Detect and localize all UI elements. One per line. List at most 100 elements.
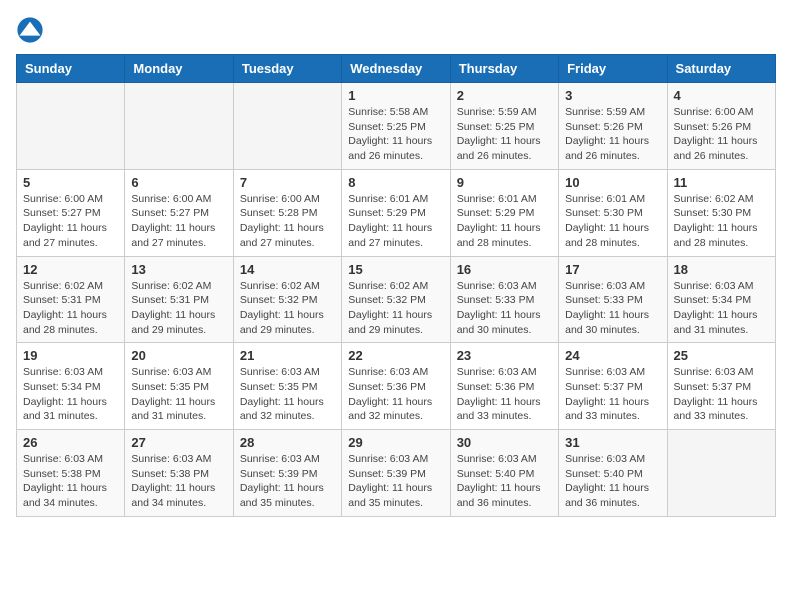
calendar-cell: 30 Sunrise: 6:03 AMSunset: 5:40 PMDayligh… — [450, 430, 558, 517]
calendar-week-row: 26 Sunrise: 6:03 AMSunset: 5:38 PMDayligh… — [17, 430, 776, 517]
calendar-cell: 11Sunrise: 6:02 AMSunset: 5:30 PMDayligh… — [667, 169, 775, 256]
day-info: Sunrise: 6:00 AMSunset: 5:27 PMDaylight:… — [23, 192, 118, 251]
calendar-cell: 8 Sunrise: 6:01 AMSunset: 5:29 PMDaylight… — [342, 169, 450, 256]
calendar-cell: 23 Sunrise: 6:03 AMSunset: 5:36 PMDayligh… — [450, 343, 558, 430]
day-info: Sunrise: 6:03 AMSunset: 5:36 PMDaylight:… — [348, 365, 443, 424]
day-info: Sunrise: 5:59 AMSunset: 5:26 PMDaylight:… — [565, 105, 660, 164]
day-number: 8 — [348, 175, 443, 190]
day-info: Sunrise: 6:03 AMSunset: 5:37 PMDaylight:… — [565, 365, 660, 424]
logo-icon — [16, 16, 44, 44]
logo — [16, 16, 48, 44]
day-number: 26 — [23, 435, 118, 450]
calendar-week-row: 5 Sunrise: 6:00 AMSunset: 5:27 PMDaylight… — [17, 169, 776, 256]
calendar-cell: 14 Sunrise: 6:02 AMSunset: 5:32 PMDayligh… — [233, 256, 341, 343]
day-number: 19 — [23, 348, 118, 363]
day-number: 25 — [674, 348, 769, 363]
day-number: 17 — [565, 262, 660, 277]
day-info: Sunrise: 6:02 AMSunset: 5:32 PMDaylight:… — [348, 279, 443, 338]
calendar-cell: 18 Sunrise: 6:03 AMSunset: 5:34 PMDayligh… — [667, 256, 775, 343]
calendar-cell: 28 Sunrise: 6:03 AMSunset: 5:39 PMDayligh… — [233, 430, 341, 517]
calendar-cell: 2 Sunrise: 5:59 AMSunset: 5:25 PMDaylight… — [450, 83, 558, 170]
day-info: Sunrise: 5:58 AMSunset: 5:25 PMDaylight:… — [348, 105, 443, 164]
calendar-cell: 31 Sunrise: 6:03 AMSunset: 5:40 PMDayligh… — [559, 430, 667, 517]
calendar-week-row: 12 Sunrise: 6:02 AMSunset: 5:31 PMDayligh… — [17, 256, 776, 343]
calendar-cell: 27 Sunrise: 6:03 AMSunset: 5:38 PMDayligh… — [125, 430, 233, 517]
day-info: Sunrise: 6:00 AMSunset: 5:28 PMDaylight:… — [240, 192, 335, 251]
calendar-week-row: 19 Sunrise: 6:03 AMSunset: 5:34 PMDayligh… — [17, 343, 776, 430]
day-number: 23 — [457, 348, 552, 363]
day-header: Sunday — [17, 55, 125, 83]
day-info: Sunrise: 6:03 AMSunset: 5:34 PMDaylight:… — [674, 279, 769, 338]
day-number: 12 — [23, 262, 118, 277]
day-info: Sunrise: 6:02 AMSunset: 5:32 PMDaylight:… — [240, 279, 335, 338]
day-info: Sunrise: 6:03 AMSunset: 5:34 PMDaylight:… — [23, 365, 118, 424]
day-number: 18 — [674, 262, 769, 277]
day-info: Sunrise: 6:03 AMSunset: 5:38 PMDaylight:… — [131, 452, 226, 511]
day-info: Sunrise: 6:01 AMSunset: 5:29 PMDaylight:… — [348, 192, 443, 251]
day-header: Friday — [559, 55, 667, 83]
day-info: Sunrise: 6:03 AMSunset: 5:35 PMDaylight:… — [131, 365, 226, 424]
day-info: Sunrise: 6:03 AMSunset: 5:37 PMDaylight:… — [674, 365, 769, 424]
calendar-cell: 15 Sunrise: 6:02 AMSunset: 5:32 PMDayligh… — [342, 256, 450, 343]
calendar-cell — [667, 430, 775, 517]
day-number: 21 — [240, 348, 335, 363]
day-number: 4 — [674, 88, 769, 103]
calendar-cell: 17 Sunrise: 6:03 AMSunset: 5:33 PMDayligh… — [559, 256, 667, 343]
calendar-cell — [17, 83, 125, 170]
day-info: Sunrise: 6:00 AMSunset: 5:27 PMDaylight:… — [131, 192, 226, 251]
page-header — [16, 16, 776, 44]
calendar-cell: 10 Sunrise: 6:01 AMSunset: 5:30 PMDayligh… — [559, 169, 667, 256]
day-number: 15 — [348, 262, 443, 277]
day-number: 6 — [131, 175, 226, 190]
day-number: 13 — [131, 262, 226, 277]
calendar-cell: 5 Sunrise: 6:00 AMSunset: 5:27 PMDaylight… — [17, 169, 125, 256]
calendar-cell: 9Sunrise: 6:01 AMSunset: 5:29 PMDaylight… — [450, 169, 558, 256]
day-number: 3 — [565, 88, 660, 103]
day-number: 10 — [565, 175, 660, 190]
calendar-cell — [125, 83, 233, 170]
day-info: Sunrise: 6:00 AMSunset: 5:26 PMDaylight:… — [674, 105, 769, 164]
calendar-table: SundayMondayTuesdayWednesdayThursdayFrid… — [16, 54, 776, 517]
day-number: 7 — [240, 175, 335, 190]
calendar-cell: 26Sunrise: 6:03 AMSunset: 5:38 PMDayligh… — [17, 430, 125, 517]
calendar-cell: 12 Sunrise: 6:02 AMSunset: 5:31 PMDayligh… — [17, 256, 125, 343]
calendar-cell: 6 Sunrise: 6:00 AMSunset: 5:27 PMDaylight… — [125, 169, 233, 256]
calendar-header-row: SundayMondayTuesdayWednesdayThursdayFrid… — [17, 55, 776, 83]
day-number: 28 — [240, 435, 335, 450]
day-number: 30 — [457, 435, 552, 450]
calendar-cell: 13 Sunrise: 6:02 AMSunset: 5:31 PMDayligh… — [125, 256, 233, 343]
day-number: 24 — [565, 348, 660, 363]
day-number: 14 — [240, 262, 335, 277]
day-header: Tuesday — [233, 55, 341, 83]
day-number: 5 — [23, 175, 118, 190]
day-header: Thursday — [450, 55, 558, 83]
calendar-cell: 3 Sunrise: 5:59 AMSunset: 5:26 PMDaylight… — [559, 83, 667, 170]
day-header: Monday — [125, 55, 233, 83]
day-info: Sunrise: 6:02 AMSunset: 5:31 PMDaylight:… — [23, 279, 118, 338]
day-number: 2 — [457, 88, 552, 103]
calendar-cell: 16Sunrise: 6:03 AMSunset: 5:33 PMDayligh… — [450, 256, 558, 343]
day-number: 31 — [565, 435, 660, 450]
calendar-week-row: 1 Sunrise: 5:58 AMSunset: 5:25 PMDaylight… — [17, 83, 776, 170]
calendar-cell — [233, 83, 341, 170]
day-header: Saturday — [667, 55, 775, 83]
day-info: Sunrise: 6:01 AMSunset: 5:30 PMDaylight:… — [565, 192, 660, 251]
day-number: 1 — [348, 88, 443, 103]
day-info: Sunrise: 6:03 AMSunset: 5:39 PMDaylight:… — [240, 452, 335, 511]
day-number: 22 — [348, 348, 443, 363]
day-info: Sunrise: 6:03 AMSunset: 5:33 PMDaylight:… — [565, 279, 660, 338]
day-info: Sunrise: 6:03 AMSunset: 5:40 PMDaylight:… — [457, 452, 552, 511]
day-number: 20 — [131, 348, 226, 363]
day-number: 27 — [131, 435, 226, 450]
calendar-cell: 21Sunrise: 6:03 AMSunset: 5:35 PMDayligh… — [233, 343, 341, 430]
day-number: 11 — [674, 175, 769, 190]
calendar-cell: 25 Sunrise: 6:03 AMSunset: 5:37 PMDayligh… — [667, 343, 775, 430]
day-info: Sunrise: 6:03 AMSunset: 5:33 PMDaylight:… — [457, 279, 552, 338]
day-info: Sunrise: 6:02 AMSunset: 5:31 PMDaylight:… — [131, 279, 226, 338]
day-number: 29 — [348, 435, 443, 450]
calendar-cell: 7 Sunrise: 6:00 AMSunset: 5:28 PMDaylight… — [233, 169, 341, 256]
day-info: Sunrise: 5:59 AMSunset: 5:25 PMDaylight:… — [457, 105, 552, 164]
day-info: Sunrise: 6:03 AMSunset: 5:40 PMDaylight:… — [565, 452, 660, 511]
day-info: Sunrise: 6:03 AMSunset: 5:36 PMDaylight:… — [457, 365, 552, 424]
calendar-cell: 4 Sunrise: 6:00 AMSunset: 5:26 PMDaylight… — [667, 83, 775, 170]
